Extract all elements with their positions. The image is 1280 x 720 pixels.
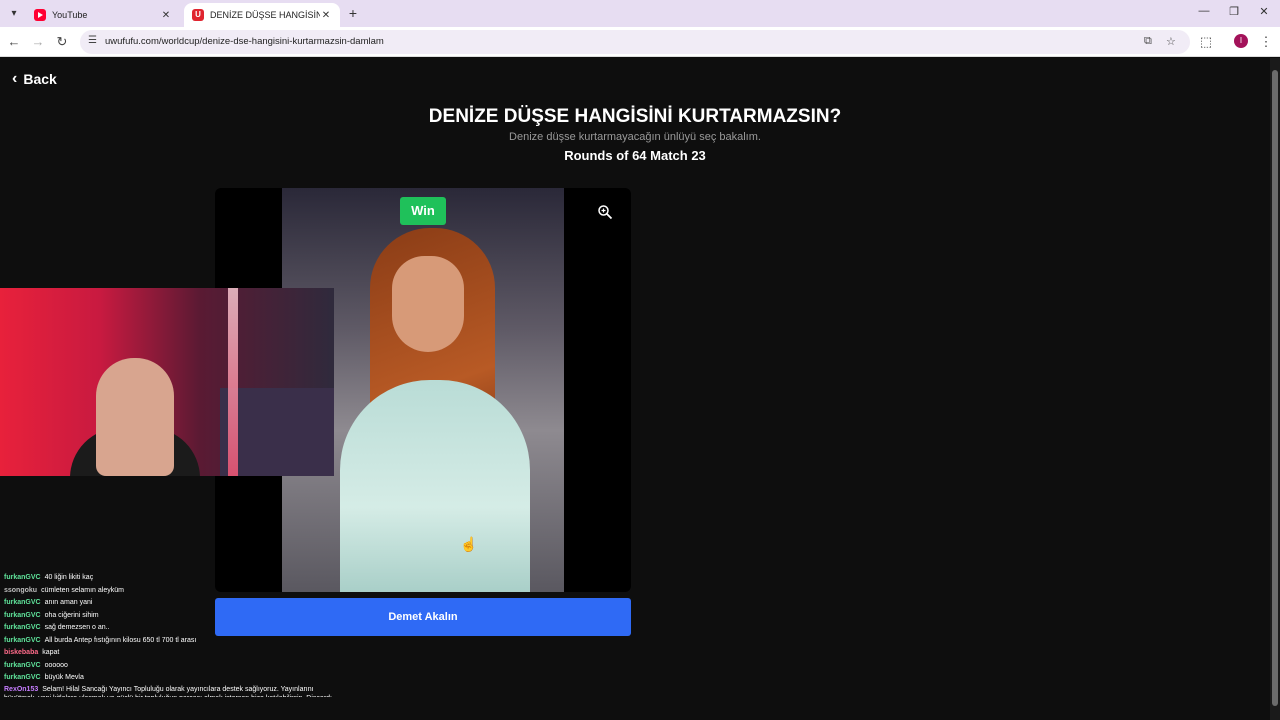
chat-message: furkanGVC anın aman yani — [4, 597, 334, 610]
chat-text: anın aman yani — [44, 599, 93, 606]
page-subtitle: Denize düşse kurtarmayacağın ünlüyü seç … — [509, 131, 761, 143]
chat-text: All burda Antep fıstığının kilosu 650 tl… — [44, 636, 197, 644]
uwufufu-icon: U — [192, 9, 204, 21]
chat-username: furkanGVC — [4, 574, 41, 581]
chat-message: ssongoku cümleten selamın aleyküm — [4, 585, 334, 598]
chat-username: furkanGVC — [4, 624, 41, 631]
restore-icon[interactable]: ❐ — [1226, 5, 1242, 18]
chat-text: oooooo — [44, 661, 68, 669]
chat-username: furkanGVC — [4, 636, 41, 644]
chat-username: furkanGVC — [4, 599, 41, 606]
mouse-cursor-icon: ☝ — [460, 536, 478, 552]
forward-arrow-icon[interactable]: → — [30, 34, 46, 50]
zoom-in-icon[interactable] — [597, 204, 613, 220]
chat-username: biskebaba — [4, 649, 39, 656]
round-indicator: Rounds of 64 Match 23 — [564, 148, 706, 163]
chat-text: oha ciğerini sihim — [44, 611, 99, 619]
tab-title: DENİZE DÜŞSE HANGİSİNİ KUR — [210, 10, 320, 20]
tab-uwufufu[interactable]: U DENİZE DÜŞSE HANGİSİNİ KUR ✕ — [184, 3, 340, 27]
chat-username: RexOn153 — [4, 685, 39, 693]
stream-chat-overlay: furkanGVC 40 liğin likiti kaç ssongoku cüml… — [4, 572, 334, 697]
chat-message: furkanGVC 40 liğin likiti kaç — [4, 572, 334, 585]
reload-icon[interactable]: ↻ — [54, 34, 70, 50]
address-bar[interactable]: ☰ uwufufu.com/worldcup/denize-dse-hangis… — [80, 30, 1190, 54]
chat-message: furkanGVC oha ciğerini sihim — [4, 610, 334, 623]
chat-text: Selam! Hilal Sancağı Yayıncı Topluluğu o… — [4, 685, 332, 698]
extensions-icon[interactable]: ⬚ — [1198, 34, 1214, 50]
chat-message: furkanGVC sağ demezsen o an.. — [4, 622, 334, 635]
chevron-left-icon: ‹ — [12, 70, 18, 87]
page-title: DENİZE DÜŞSE HANGİSİNİ KURTARMAZSIN? — [428, 106, 842, 127]
chat-username: furkanGVC — [4, 661, 41, 669]
back-arrow-icon[interactable]: ← — [6, 34, 22, 50]
tab-search-icon[interactable]: ▾ — [6, 6, 22, 22]
chat-text: cümleten selamın aleyküm — [41, 586, 124, 594]
chat-text: büyük Mevla — [44, 674, 84, 681]
chat-message: furkanGVC oooooo — [4, 660, 334, 673]
page-scrollbar[interactable] — [1270, 58, 1280, 720]
minimize-icon[interactable]: — — [1196, 5, 1212, 17]
back-button[interactable]: ‹ Back — [12, 70, 57, 88]
browser-toolbar: ← → ↻ ☰ uwufufu.com/worldcup/denize-dse-… — [0, 27, 1280, 57]
chat-text: 40 liğin likiti kaç — [44, 574, 94, 581]
url-text[interactable]: uwufufu.com/worldcup/denize-dse-hangisin… — [105, 36, 384, 47]
chat-username: furkanGVC — [4, 611, 41, 619]
tab-title: YouTube — [52, 10, 88, 20]
close-icon[interactable]: ✕ — [320, 10, 332, 21]
chat-message: furkanGVC büyük Mevla — [4, 672, 334, 685]
streamer-webcam-overlay — [0, 288, 334, 476]
win-badge: Win — [400, 197, 446, 225]
chat-username: furkanGVC — [4, 674, 41, 681]
menu-kebab-icon[interactable]: ⋮ — [1258, 34, 1274, 50]
tab-youtube[interactable]: YouTube ✕ — [26, 3, 180, 27]
scrollbar-thumb[interactable] — [1272, 70, 1278, 706]
youtube-icon — [34, 9, 46, 21]
close-icon[interactable]: ✕ — [160, 10, 172, 21]
site-info-icon[interactable]: ☰ — [88, 35, 97, 46]
chat-text: kapat — [42, 649, 60, 656]
new-tab-icon[interactable]: + — [346, 6, 360, 20]
chat-message: furkanGVC All burda Antep fıstığının kilo… — [4, 635, 334, 648]
chat-username: ssongoku — [4, 586, 38, 594]
chat-message: RexOn153 Selam! Hilal Sancağı Yayıncı Top… — [4, 685, 334, 698]
chat-text: sağ demezsen o an.. — [44, 624, 110, 631]
bookmark-star-icon[interactable]: ☆ — [1166, 35, 1176, 48]
profile-avatar[interactable]: I — [1234, 34, 1248, 48]
close-window-icon[interactable]: ✕ — [1256, 5, 1272, 18]
browser-tab-bar: ▾ YouTube ✕ U DENİZE DÜŞSE HANGİSİNİ KUR… — [0, 0, 1280, 27]
translate-icon[interactable]: ⧉ — [1144, 35, 1152, 48]
back-label: Back — [23, 71, 57, 87]
chat-message: biskebaba kapat — [4, 647, 334, 660]
